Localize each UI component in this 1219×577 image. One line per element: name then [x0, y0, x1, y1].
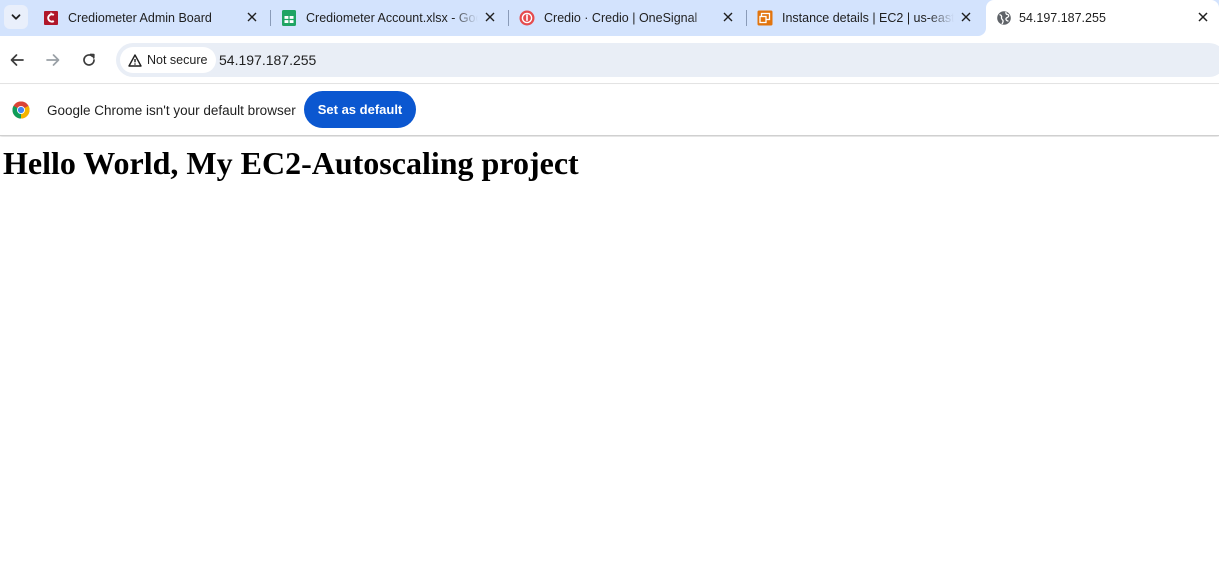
close-tab-icon[interactable] — [958, 9, 974, 25]
default-browser-infobar: Google Chrome isn't your default browser… — [0, 85, 1219, 136]
warning-icon — [128, 53, 142, 67]
reload-button[interactable] — [77, 48, 101, 72]
security-label: Not secure — [147, 53, 208, 67]
close-tab-icon[interactable] — [244, 9, 260, 25]
close-tab-icon[interactable] — [720, 9, 736, 25]
tab-title: Instance details | EC2 | us-east-1 — [782, 11, 954, 25]
browser-toolbar: Not secure 54.197.187.255 — [0, 36, 1219, 84]
close-tab-icon[interactable] — [482, 9, 498, 25]
forward-button[interactable] — [41, 48, 65, 72]
crediometer-icon — [44, 11, 58, 25]
tab-active-ip-page[interactable]: 54.197.187.255 — [986, 0, 1219, 36]
tab-title: Crediometer Account.xlsx - Goo — [306, 11, 478, 25]
security-indicator[interactable]: Not secure — [120, 47, 217, 73]
tab-title: Crediometer Admin Board — [68, 11, 212, 25]
globe-icon — [997, 11, 1011, 25]
tab-crediometer-admin[interactable]: Crediometer Admin Board — [30, 0, 270, 36]
tab-title: Credio · Credio | OneSignal — [544, 11, 698, 25]
aws-ec2-icon — [757, 10, 773, 26]
page-heading: Hello World, My EC2-Autoscaling project — [3, 145, 579, 181]
tab-title: 54.197.187.255 — [1019, 11, 1106, 25]
close-tab-icon[interactable] — [1195, 9, 1211, 25]
tab-onesignal[interactable]: Credio · Credio | OneSignal — [506, 0, 746, 36]
tab-search-button[interactable] — [4, 5, 28, 29]
google-sheets-icon — [282, 10, 296, 26]
reload-icon — [83, 53, 95, 66]
page-content: Hello World, My EC2-Autoscaling project — [0, 137, 1219, 577]
arrow-right-icon — [46, 54, 60, 66]
back-button[interactable] — [5, 48, 29, 72]
arrow-left-icon — [10, 54, 24, 66]
onesignal-icon — [519, 10, 535, 26]
url-text[interactable]: 54.197.187.255 — [219, 51, 316, 69]
address-bar[interactable]: Not secure 54.197.187.255 — [116, 43, 1219, 77]
tab-crediometer-account-sheet[interactable]: Crediometer Account.xlsx - Goo — [268, 0, 508, 36]
chevron-down-icon — [11, 14, 21, 20]
tab-ec2-instance-details[interactable]: Instance details | EC2 | us-east-1 — [744, 0, 984, 36]
infobar-message: Google Chrome isn't your default browser — [47, 103, 296, 118]
tab-strip: Crediometer Admin Board Crediometer Acco… — [0, 0, 1219, 36]
set-as-default-button[interactable]: Set as default — [304, 91, 416, 128]
chrome-logo-icon — [12, 101, 30, 119]
